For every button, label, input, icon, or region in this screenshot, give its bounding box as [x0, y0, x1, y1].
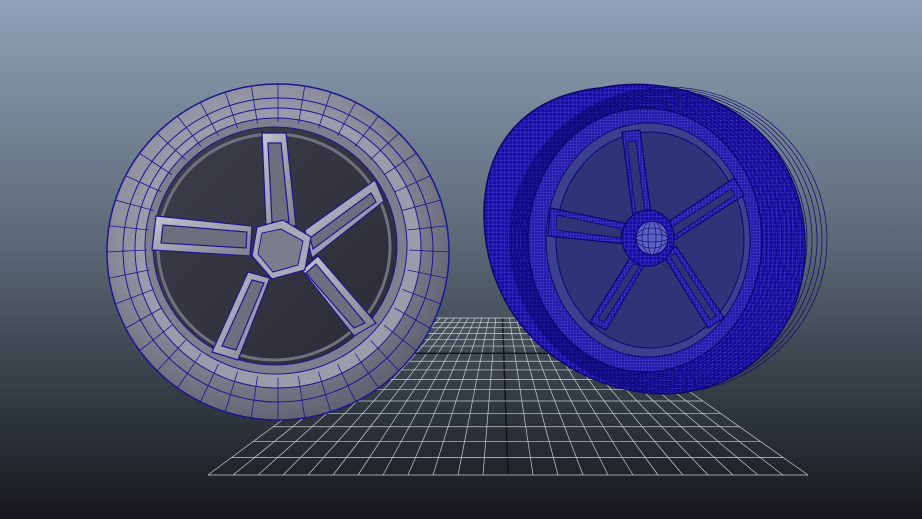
- viewport-canvas[interactable]: [0, 0, 922, 519]
- 3d-viewport[interactable]: [0, 0, 922, 519]
- hub-cap: [635, 220, 669, 256]
- wheel-low-poly[interactable]: [106, 83, 450, 421]
